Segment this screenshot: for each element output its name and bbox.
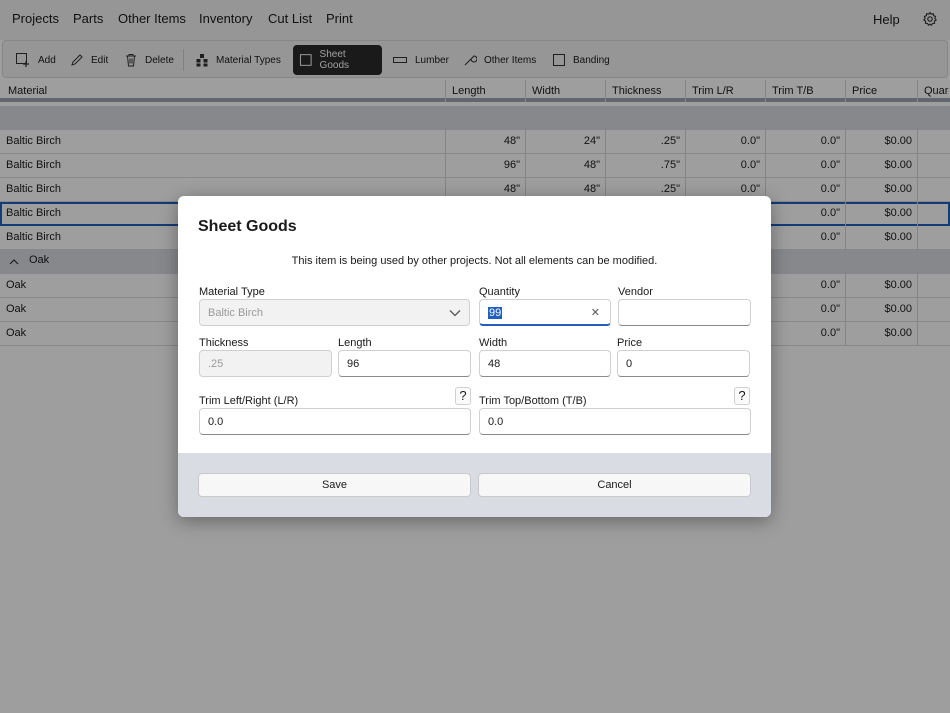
trim-tb-label: Trim Top/Bottom (T/B) bbox=[479, 395, 587, 407]
length-input[interactable]: 96 bbox=[338, 350, 471, 377]
material-type-label: Material Type bbox=[199, 286, 265, 298]
thickness-label: Thickness bbox=[199, 337, 249, 349]
trim-tb-input[interactable]: 0.0 bbox=[479, 408, 751, 435]
width-label: Width bbox=[479, 337, 508, 349]
trim-lr-label: Trim Left/Right (L/R) bbox=[199, 395, 299, 407]
quantity-input[interactable]: 99 ✕ bbox=[479, 299, 611, 326]
price-label: Price bbox=[617, 337, 643, 349]
save-button[interactable]: Save bbox=[198, 473, 471, 497]
thickness-input[interactable]: .25 bbox=[199, 350, 332, 377]
dialog-title: Sheet Goods bbox=[198, 218, 297, 235]
trim-lr-value: 0.0 bbox=[208, 416, 224, 428]
dialog-message: This item is being used by other project… bbox=[291, 255, 658, 267]
clear-icon[interactable]: ✕ bbox=[591, 306, 600, 319]
trim-tb-help-button[interactable]: ? bbox=[734, 387, 750, 405]
vendor-label: Vendor bbox=[618, 286, 653, 298]
width-value: 48 bbox=[488, 358, 501, 370]
length-label: Length bbox=[338, 337, 372, 349]
cancel-button[interactable]: Cancel bbox=[478, 473, 751, 497]
material-type-value: Baltic Birch bbox=[208, 307, 264, 319]
trim-lr-input[interactable]: 0.0 bbox=[199, 408, 471, 435]
trim-tb-value: 0.0 bbox=[488, 416, 504, 428]
dialog-footer: Save Cancel bbox=[178, 453, 771, 517]
price-input[interactable]: 0 bbox=[617, 350, 750, 377]
quantity-value: 99 bbox=[488, 307, 503, 319]
vendor-input[interactable] bbox=[618, 299, 751, 326]
quantity-label: Quantity bbox=[479, 286, 520, 298]
trim-lr-help-button[interactable]: ? bbox=[455, 387, 471, 405]
thickness-value: .25 bbox=[208, 358, 224, 370]
material-type-select[interactable]: Baltic Birch bbox=[199, 299, 470, 326]
width-input[interactable]: 48 bbox=[479, 350, 611, 377]
sheet-goods-dialog: Sheet Goods This item is being used by o… bbox=[178, 196, 771, 517]
price-value: 0 bbox=[626, 358, 633, 370]
length-value: 96 bbox=[347, 358, 360, 370]
chevron-down-icon bbox=[449, 310, 461, 317]
